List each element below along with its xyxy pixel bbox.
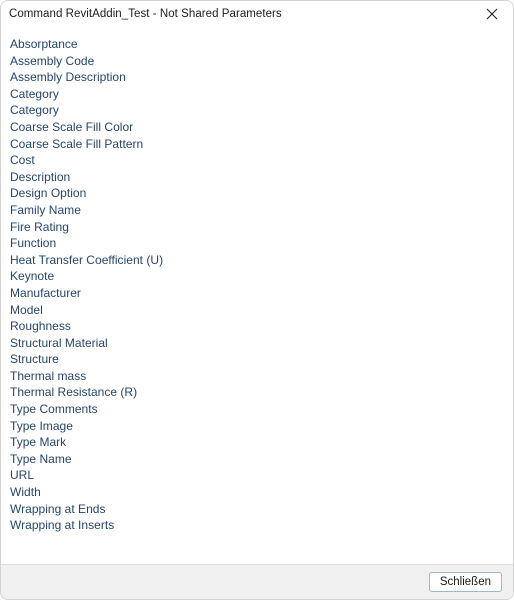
list-item[interactable]: Assembly Description bbox=[1, 69, 513, 86]
list-item[interactable]: Wrapping at Inserts bbox=[1, 517, 513, 534]
list-item[interactable]: Family Name bbox=[1, 202, 513, 219]
list-item[interactable]: Description bbox=[1, 169, 513, 186]
list-item[interactable]: Structure bbox=[1, 351, 513, 368]
list-item[interactable]: Thermal mass bbox=[1, 368, 513, 385]
list-item[interactable]: Category bbox=[1, 102, 513, 119]
parameter-list[interactable]: Absorptance Assembly Code Assembly Descrip… bbox=[1, 27, 513, 564]
list-item[interactable]: Model bbox=[1, 302, 513, 319]
list-item[interactable]: Category bbox=[1, 86, 513, 103]
list-item[interactable]: Heat Transfer Coefficient (U) bbox=[1, 252, 513, 269]
list-item[interactable]: Type Image bbox=[1, 418, 513, 435]
not-shared-parameters-dialog: Command RevitAddin_Test - Not Shared Par… bbox=[0, 0, 514, 600]
list-item[interactable]: Absorptance bbox=[1, 36, 513, 53]
dialog-title: Command RevitAddin_Test - Not Shared Par… bbox=[9, 8, 282, 20]
list-item[interactable]: Structural Material bbox=[1, 335, 513, 352]
dialog-titlebar: Command RevitAddin_Test - Not Shared Par… bbox=[1, 1, 513, 27]
list-item[interactable]: Width bbox=[1, 484, 513, 501]
list-item[interactable]: Thermal Resistance (R) bbox=[1, 384, 513, 401]
close-icon[interactable] bbox=[471, 1, 513, 27]
list-item[interactable]: Coarse Scale Fill Pattern bbox=[1, 136, 513, 153]
list-item[interactable]: Roughness bbox=[1, 318, 513, 335]
list-item[interactable]: Type Mark bbox=[1, 434, 513, 451]
list-item[interactable]: Keynote bbox=[1, 268, 513, 285]
list-item[interactable]: Cost bbox=[1, 152, 513, 169]
list-item[interactable]: Coarse Scale Fill Color bbox=[1, 119, 513, 136]
list-item[interactable]: Manufacturer bbox=[1, 285, 513, 302]
list-item[interactable]: Design Option bbox=[1, 185, 513, 202]
dialog-footer: Schließen bbox=[1, 564, 513, 599]
list-item[interactable]: Fire Rating bbox=[1, 219, 513, 236]
list-item[interactable]: Type Name bbox=[1, 451, 513, 468]
list-item[interactable]: Type Comments bbox=[1, 401, 513, 418]
list-item[interactable]: URL bbox=[1, 467, 513, 484]
list-item[interactable]: Assembly Code bbox=[1, 53, 513, 70]
close-button[interactable]: Schließen bbox=[428, 572, 502, 592]
list-item[interactable]: Wrapping at Ends bbox=[1, 501, 513, 518]
list-item[interactable]: Function bbox=[1, 235, 513, 252]
